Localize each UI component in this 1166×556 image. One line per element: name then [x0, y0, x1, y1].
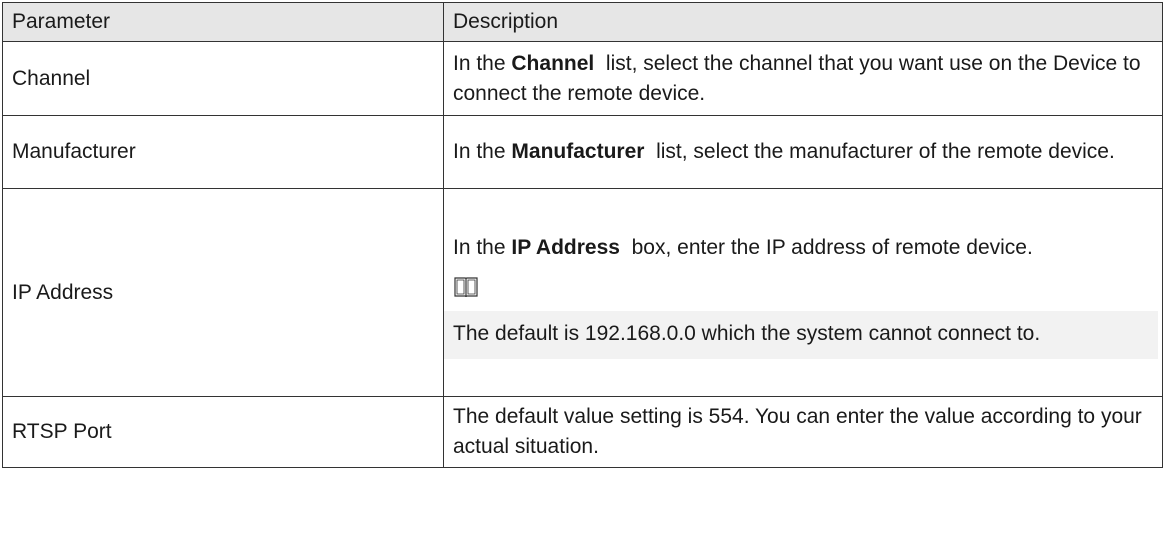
desc-text: In the — [453, 51, 512, 75]
param-cell-ip-address: IP Address — [2, 188, 444, 397]
desc-text: In the — [453, 235, 512, 259]
desc-bold-term: IP Address — [511, 235, 620, 259]
desc-bold-term: Channel — [511, 51, 595, 75]
table-row: Manufacturer In the Manufacturer list, s… — [2, 115, 1163, 189]
desc-bold-term: Manufacturer — [511, 140, 645, 163]
desc-cell-ip-address: In the IP Address box, enter the IP addr… — [443, 188, 1163, 397]
header-parameter: Parameter — [2, 2, 444, 42]
desc-paragraph: In the IP Address box, enter the IP addr… — [444, 227, 1162, 271]
desc-text: box, enter the IP address of remote devi… — [619, 235, 1033, 259]
header-description: Description — [443, 2, 1163, 42]
param-cell-manufacturer: Manufacturer — [2, 115, 444, 189]
desc-text: In the — [453, 140, 512, 163]
table-row: Channel In the Channel list, select the … — [2, 41, 1163, 116]
parameter-table: Parameter Description Channel In the Cha… — [2, 2, 1163, 468]
table-row: IP Address In the IP Address box, enter … — [2, 188, 1163, 397]
note-box: The default is 192.168.0.0 which the sys… — [444, 310, 1158, 359]
table-row: RTSP Port The default value setting is 5… — [2, 396, 1163, 468]
note-icon-wrap — [444, 271, 1162, 311]
table-header-row: Parameter Description — [2, 2, 1163, 42]
desc-cell-rtsp-port: The default value setting is 554. You ca… — [443, 396, 1163, 468]
book-icon — [453, 275, 1153, 299]
desc-cell-manufacturer: In the Manufacturer list, select the man… — [443, 115, 1163, 189]
desc-cell-channel: In the Channel list, select the channel … — [443, 41, 1163, 116]
param-cell-rtsp-port: RTSP Port — [2, 396, 444, 468]
param-cell-channel: Channel — [2, 41, 444, 116]
desc-text: list, select the manufacturer of the rem… — [644, 140, 1115, 163]
